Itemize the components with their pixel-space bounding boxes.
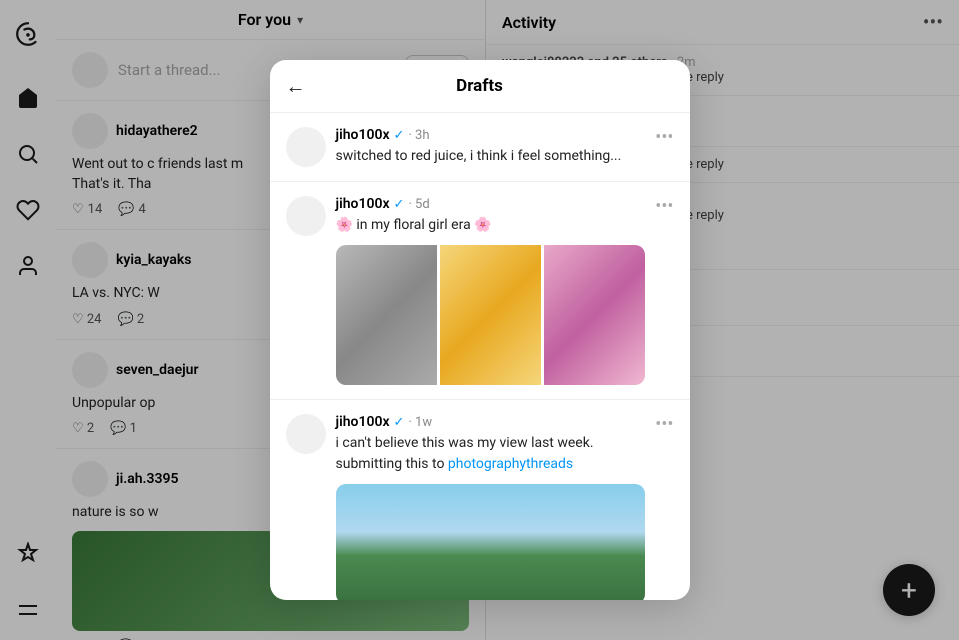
drafts-modal: ← Drafts jiho100x ✓ · 3h switched to red…	[270, 60, 690, 600]
draft-text-1: 🌸 in my floral girl era 🌸	[336, 215, 646, 235]
verified-icon-1: ✓	[394, 197, 405, 212]
draft-image-candy	[440, 245, 541, 385]
draft-more-icon-1[interactable]: •••	[655, 196, 673, 217]
draft-username-1: jiho100x	[336, 196, 390, 212]
draft-item-1: jiho100x ✓ · 5d 🌸 in my floral girl era …	[270, 182, 690, 400]
draft-item-0: jiho100x ✓ · 3h switched to red juice, i…	[270, 113, 690, 182]
modal-title: Drafts	[456, 76, 503, 96]
verified-icon-2: ✓	[394, 415, 405, 430]
draft-time-0: · 3h	[408, 128, 429, 143]
draft-text-2: i can't believe this was my view last we…	[336, 433, 646, 474]
draft-link-2[interactable]: photographythreads	[448, 456, 573, 472]
draft-image-landscape	[336, 484, 646, 600]
draft-text-0: switched to red juice, i think i feel so…	[336, 146, 646, 166]
draft-avatar-0	[286, 127, 326, 167]
draft-more-icon-2[interactable]: •••	[655, 414, 673, 435]
draft-more-icon-0[interactable]: •••	[655, 127, 673, 148]
draft-item-2: jiho100x ✓ · 1w i can't believe this was…	[270, 400, 690, 600]
draft-time-1: · 5d	[408, 197, 429, 212]
draft-image-ring	[336, 245, 437, 385]
draft-time-2: · 1w	[408, 415, 432, 430]
modal-header: ← Drafts	[270, 60, 690, 113]
modal-overlay[interactable]: ← Drafts jiho100x ✓ · 3h switched to red…	[0, 0, 959, 640]
draft-username-0: jiho100x	[336, 127, 390, 143]
draft-username-2: jiho100x	[336, 414, 390, 430]
verified-icon-0: ✓	[394, 128, 405, 143]
back-button[interactable]: ←	[286, 74, 306, 99]
draft-images-1	[336, 245, 646, 385]
draft-image-balloon	[544, 245, 645, 385]
draft-avatar-1	[286, 196, 326, 236]
draft-avatar-2	[286, 414, 326, 454]
draft-images-2	[336, 484, 646, 600]
